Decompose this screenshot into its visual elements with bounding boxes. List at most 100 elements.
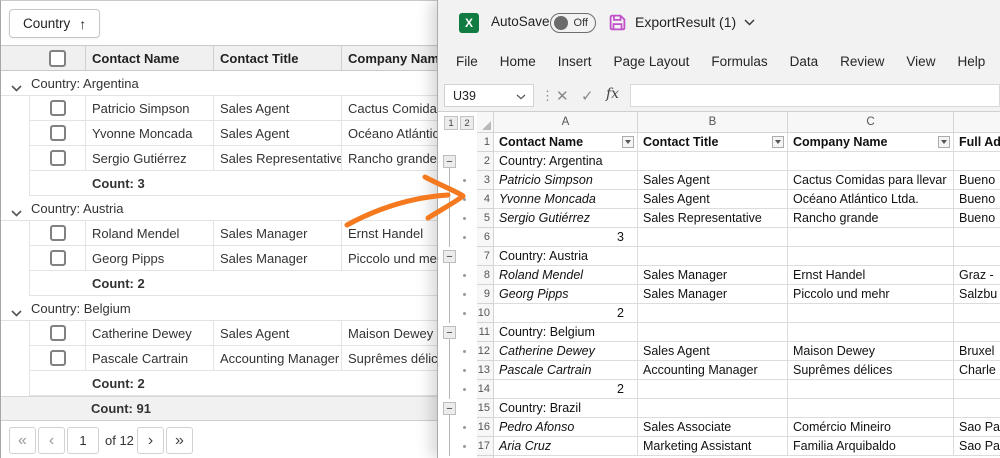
row-checkbox[interactable]: [50, 325, 66, 341]
row-header-4[interactable]: 4: [477, 190, 494, 209]
sheet-cell[interactable]: Sales Agent: [638, 190, 788, 209]
row-checkbox[interactable]: [50, 350, 66, 366]
outline-collapse-button[interactable]: −: [443, 402, 456, 415]
row-checkbox[interactable]: [50, 125, 66, 141]
outline-collapse-button[interactable]: −: [443, 326, 456, 339]
sheet-cell[interactable]: Marketing Assistant: [638, 437, 788, 456]
sheet-cell[interactable]: Country: Belgium: [494, 323, 638, 342]
row-checkbox[interactable]: [50, 150, 66, 166]
column-header-b[interactable]: B: [638, 112, 788, 133]
row-header-9[interactable]: 9: [477, 285, 494, 304]
sheet-cell[interactable]: Piccolo und mehr: [788, 285, 954, 304]
sheet-cell[interactable]: Contact Title: [638, 133, 788, 152]
sheet-cell[interactable]: Accounting Manager: [638, 361, 788, 380]
sheet-cell[interactable]: Charle: [954, 361, 1000, 380]
sheet-cell[interactable]: [638, 247, 788, 266]
ribbon-tab-help[interactable]: Help: [946, 45, 996, 79]
sheet-cell[interactable]: [954, 399, 1000, 418]
sheet-cell[interactable]: [954, 380, 1000, 399]
row-header-1[interactable]: 1: [477, 133, 494, 152]
row-header-7[interactable]: 7: [477, 247, 494, 266]
ribbon-tab-page-layout[interactable]: Page Layout: [603, 45, 701, 79]
sheet-cell[interactable]: Roland Mendel: [494, 266, 638, 285]
filter-dropdown-button[interactable]: [622, 136, 634, 148]
row-header-10[interactable]: 10: [477, 304, 494, 323]
sheet-cell[interactable]: [954, 228, 1000, 247]
sheet-cell[interactable]: [788, 228, 954, 247]
sheet-cell[interactable]: Océano Atlántico Ltda.: [788, 190, 954, 209]
row-header-12[interactable]: 12: [477, 342, 494, 361]
sheet-cell[interactable]: Company Name: [788, 133, 954, 152]
sheet-cell[interactable]: Contact Name: [494, 133, 638, 152]
formula-bar-input[interactable]: [630, 84, 1000, 107]
column-header-contact-name[interactable]: Contact Name: [86, 46, 214, 70]
sheet-cell[interactable]: Sales Manager: [638, 266, 788, 285]
sheet-cell[interactable]: Full Ad: [954, 133, 1000, 152]
sheet-cell[interactable]: [638, 152, 788, 171]
pager-prev-button[interactable]: ‹: [38, 427, 65, 454]
sheet-cell[interactable]: Patricio Simpson: [494, 171, 638, 190]
select-all-checkbox[interactable]: [49, 50, 66, 67]
sheet-cell[interactable]: Sao Pa: [954, 437, 1000, 456]
column-header-c[interactable]: C: [788, 112, 954, 133]
sheet-cell[interactable]: Country: Argentina: [494, 152, 638, 171]
sheet-cell[interactable]: Sales Representative: [638, 209, 788, 228]
autosave-toggle[interactable]: Off: [550, 13, 596, 33]
sheet-cell[interactable]: Sao Pa: [954, 418, 1000, 437]
sheet-cell[interactable]: Catherine Dewey: [494, 342, 638, 361]
sheet-cell[interactable]: [954, 323, 1000, 342]
name-box[interactable]: U39: [444, 84, 534, 107]
sheet-cell[interactable]: Sales Agent: [638, 171, 788, 190]
sheet-cell[interactable]: [954, 247, 1000, 266]
column-header-a[interactable]: A: [494, 112, 638, 133]
sheet-cell[interactable]: Sales Associate: [638, 418, 788, 437]
sheet-cell[interactable]: [788, 247, 954, 266]
sheet-cell[interactable]: Sales Agent: [638, 342, 788, 361]
sheet-cell[interactable]: Sales Manager: [638, 285, 788, 304]
workbook-title-menu[interactable]: ExportResult (1): [635, 14, 755, 30]
outline-level-button-1[interactable]: 1: [444, 116, 458, 130]
group-by-chip[interactable]: Country ↑: [9, 9, 100, 38]
ribbon-tab-file[interactable]: File: [445, 45, 489, 79]
row-header-8[interactable]: 8: [477, 266, 494, 285]
ribbon-tab-insert[interactable]: Insert: [547, 45, 603, 79]
sheet-cell[interactable]: Maison Dewey: [788, 342, 954, 361]
save-icon[interactable]: [608, 13, 627, 37]
sheet-cell[interactable]: Familia Arquibaldo: [788, 437, 954, 456]
sheet-cell[interactable]: [954, 152, 1000, 171]
outline-collapse-button[interactable]: −: [443, 250, 456, 263]
row-checkbox[interactable]: [50, 225, 66, 241]
row-header-16[interactable]: 16: [477, 418, 494, 437]
pager-last-button[interactable]: »: [166, 427, 193, 454]
select-all-corner[interactable]: [477, 112, 494, 133]
sheet-cell[interactable]: Bueno: [954, 190, 1000, 209]
cancel-icon[interactable]: ✕: [556, 87, 569, 105]
sheet-cell[interactable]: Cactus Comidas para llevar: [788, 171, 954, 190]
row-header-17[interactable]: 17: [477, 437, 494, 456]
row-checkbox[interactable]: [50, 250, 66, 266]
pager-page-input[interactable]: [67, 427, 99, 454]
sheet-cell[interactable]: Ernst Handel: [788, 266, 954, 285]
row-header-6[interactable]: 6: [477, 228, 494, 247]
chevron-down-icon[interactable]: [11, 305, 22, 320]
sheet-cell[interactable]: [638, 323, 788, 342]
sheet-cell[interactable]: [788, 380, 954, 399]
sheet-cell[interactable]: [788, 323, 954, 342]
sheet-cell[interactable]: [788, 304, 954, 323]
pager-next-button[interactable]: ›: [137, 427, 164, 454]
row-header-13[interactable]: 13: [477, 361, 494, 380]
insert-function-icon[interactable]: fx: [606, 86, 619, 102]
filter-dropdown-button[interactable]: [772, 136, 784, 148]
sheet-cell[interactable]: Yvonne Moncada: [494, 190, 638, 209]
sheet-cell[interactable]: [954, 304, 1000, 323]
sheet-cell[interactable]: Country: Austria: [494, 247, 638, 266]
column-header-d[interactable]: [954, 112, 1000, 133]
filter-dropdown-button[interactable]: [938, 136, 950, 148]
sheet-cell[interactable]: Georg Pipps: [494, 285, 638, 304]
sheet-cell[interactable]: 2: [494, 304, 638, 323]
sheet-cell[interactable]: Graz -: [954, 266, 1000, 285]
sheet-cell[interactable]: Salzbu: [954, 285, 1000, 304]
row-header-11[interactable]: 11: [477, 323, 494, 342]
row-checkbox[interactable]: [50, 100, 66, 116]
sheet-cell[interactable]: Bruxel: [954, 342, 1000, 361]
